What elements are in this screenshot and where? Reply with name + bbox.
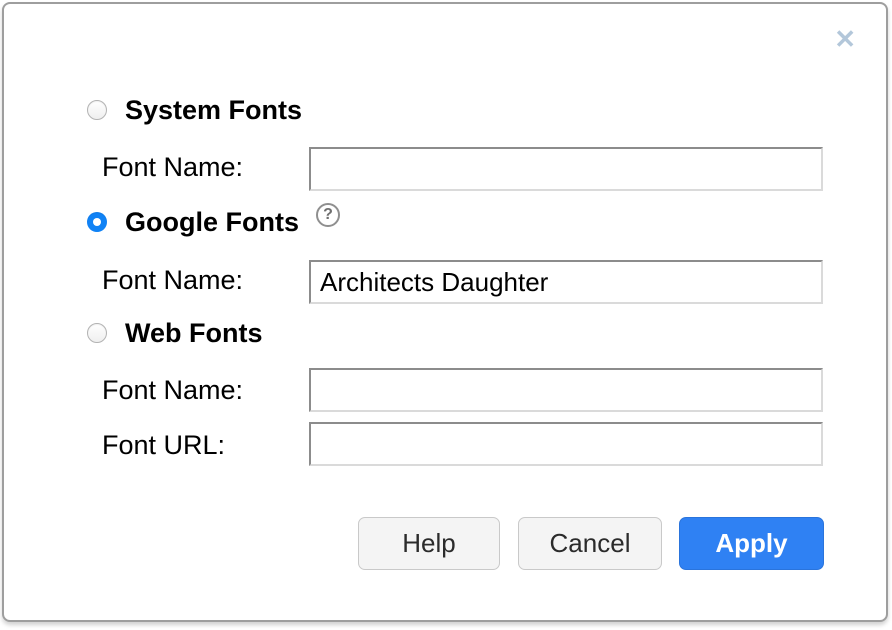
- web-font-url-input[interactable]: [309, 422, 823, 466]
- system-font-name-input[interactable]: [309, 147, 823, 191]
- google-font-name-label: Font Name:: [102, 264, 243, 296]
- option-label-google-fonts: Google Fonts: [125, 207, 299, 238]
- web-font-name-input[interactable]: [309, 368, 823, 412]
- google-font-name-input[interactable]: [309, 260, 823, 304]
- radio-selected-icon[interactable]: [87, 212, 107, 232]
- radio-option-google-fonts[interactable]: Google Fonts: [87, 207, 299, 237]
- web-font-url-label: Font URL:: [102, 429, 225, 461]
- apply-button[interactable]: Apply: [679, 517, 824, 570]
- cancel-button[interactable]: Cancel: [518, 517, 662, 570]
- radio-unselected-icon[interactable]: [87, 100, 107, 120]
- help-icon[interactable]: ?: [316, 203, 340, 227]
- help-button[interactable]: Help: [358, 517, 500, 570]
- font-settings-dialog: ✕ System Fonts Font Name: Google Fonts ?…: [2, 2, 888, 622]
- option-label-system-fonts: System Fonts: [125, 95, 302, 126]
- radio-unselected-icon[interactable]: [87, 323, 107, 343]
- option-label-web-fonts: Web Fonts: [125, 318, 263, 349]
- system-font-name-label: Font Name:: [102, 151, 243, 183]
- close-icon[interactable]: ✕: [834, 26, 856, 52]
- radio-option-system-fonts[interactable]: System Fonts: [87, 95, 302, 125]
- web-font-name-label: Font Name:: [102, 374, 243, 406]
- radio-option-web-fonts[interactable]: Web Fonts: [87, 318, 263, 348]
